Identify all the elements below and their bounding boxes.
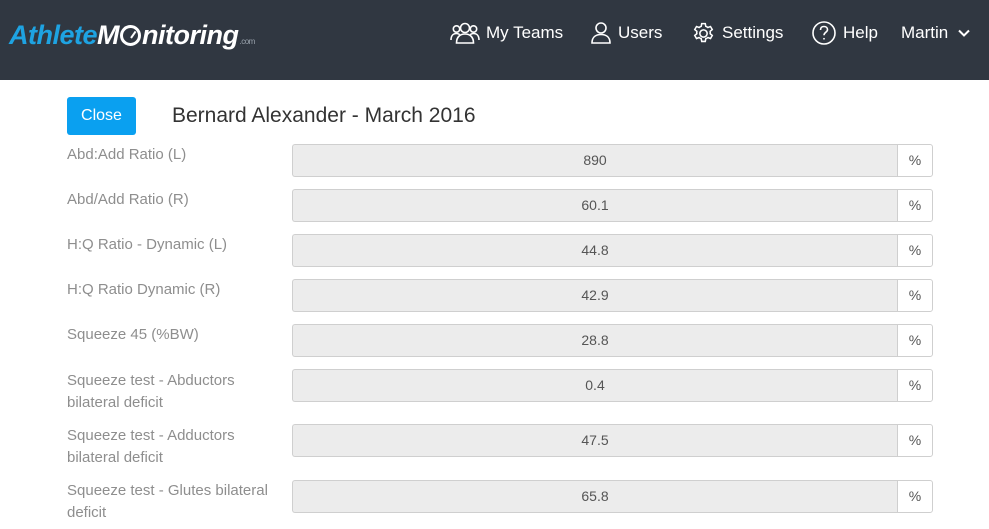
top-navbar: AthleteM nitoring.com My Teams Users Sett…: [0, 0, 989, 80]
field-input-group: 44.8 %: [292, 234, 933, 267]
account-name: Martin: [901, 23, 949, 42]
unit-addon: %: [897, 324, 933, 357]
logo-text-m: M: [97, 20, 120, 50]
value-input[interactable]: 60.1: [292, 189, 897, 222]
value-input[interactable]: 42.9: [292, 279, 897, 312]
nav-users-label: Users: [618, 23, 663, 42]
field-label: H:Q Ratio Dynamic (R): [67, 281, 221, 298]
nav-users[interactable]: Users: [590, 19, 662, 47]
field-input-group: 47.5 %: [292, 424, 933, 457]
unit-addon: %: [897, 480, 933, 513]
nav-my-teams[interactable]: My Teams: [450, 19, 563, 47]
value-input[interactable]: 47.5: [292, 424, 897, 457]
unit-addon: %: [897, 144, 933, 177]
close-button[interactable]: Close: [67, 97, 136, 135]
field-label: Abd/Add Ratio (R): [67, 191, 189, 208]
account-menu[interactable]: Martin: [901, 19, 971, 47]
field-input-group: 65.8 %: [292, 480, 933, 513]
unit-addon: %: [897, 369, 933, 402]
nav-settings[interactable]: Settings: [691, 19, 783, 47]
field-input-group: 60.1 %: [292, 189, 933, 222]
field-label: Squeeze test - Abductors bilateral defic…: [67, 372, 235, 411]
page-title: Bernard Alexander - March 2016: [172, 104, 476, 127]
nav-help-label: Help: [843, 23, 878, 42]
nav-my-teams-label: My Teams: [486, 23, 564, 42]
field-input-group: 0.4 %: [292, 369, 933, 402]
gear-icon: [693, 22, 714, 42]
chevron-down-icon: [958, 29, 970, 37]
value-input[interactable]: 890: [292, 144, 897, 177]
value-input[interactable]: 65.8: [292, 480, 897, 513]
field-label: Squeeze test - Adductors bilateral defic…: [67, 427, 235, 466]
field-input-group: 42.9 %: [292, 279, 933, 312]
value-input[interactable]: 28.8: [292, 324, 897, 357]
help-icon: [812, 21, 836, 45]
nav-help[interactable]: Help: [811, 19, 878, 47]
field-input-group: 890 %: [292, 144, 933, 177]
field-label: H:Q Ratio - Dynamic (L): [67, 236, 228, 253]
logo-suffix: .com: [239, 37, 256, 46]
unit-addon: %: [897, 424, 933, 457]
field-label: Squeeze 45 (%BW): [67, 326, 199, 343]
user-icon: [591, 22, 611, 44]
athlete-monitoring-logo[interactable]: AthleteM nitoring.com: [9, 18, 255, 52]
field-label: Abd:Add Ratio (L): [67, 146, 187, 163]
logo-text-nitoring: nitoring: [142, 20, 239, 50]
value-input[interactable]: 0.4: [292, 369, 897, 402]
nav-settings-label: Settings: [722, 23, 784, 42]
unit-addon: %: [897, 234, 933, 267]
logo-text-athlete: Athlete: [9, 20, 98, 50]
field-input-group: 28.8 %: [292, 324, 933, 357]
value-input[interactable]: 44.8: [292, 234, 897, 267]
unit-addon: %: [897, 279, 933, 312]
speedometer-o-icon: [120, 25, 142, 46]
unit-addon: %: [897, 189, 933, 222]
field-label: Squeeze test - Glutes bilateral deficit: [67, 482, 268, 521]
teams-icon: [450, 22, 480, 44]
